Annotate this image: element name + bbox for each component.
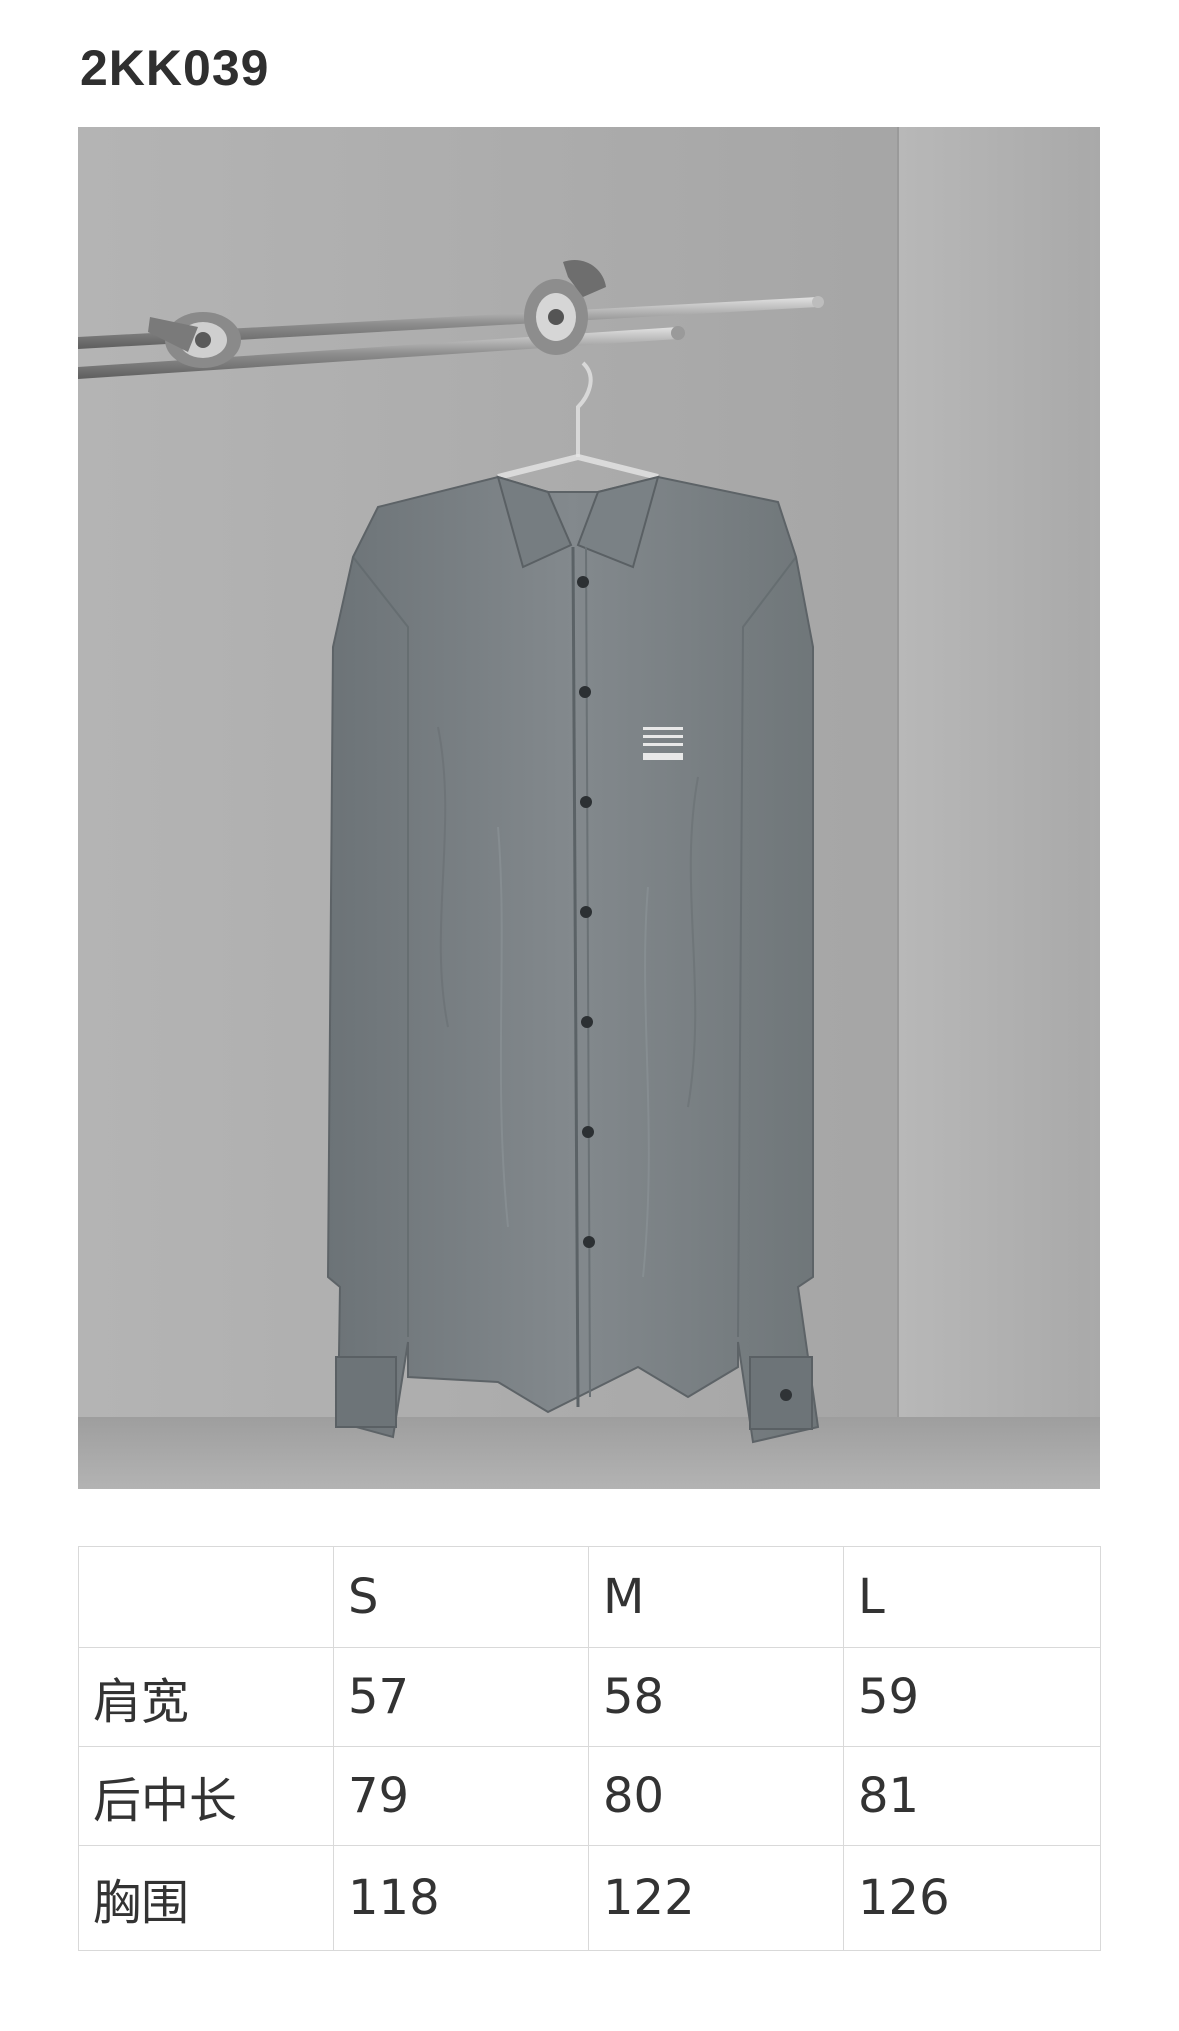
row-label-back-length: 后中长: [78, 1746, 334, 1846]
header-cell-size-s: S: [333, 1546, 589, 1648]
row-label-shoulder-width: 肩宽: [78, 1647, 334, 1747]
product-code-title: 2KK039: [80, 40, 270, 96]
shirt-illustration: [326, 475, 820, 1444]
table-row: 肩宽 57 58 59: [78, 1647, 1101, 1747]
table-row: 胸围 118 122 126: [78, 1845, 1101, 1951]
table-cell: 57: [333, 1647, 589, 1747]
table-cell: 122: [588, 1845, 844, 1951]
table-cell: 126: [843, 1845, 1101, 1951]
size-header-row: S M L: [78, 1546, 1101, 1648]
table-cell: 81: [843, 1746, 1101, 1846]
header-cell-size-l: L: [843, 1546, 1101, 1648]
table-cell: 79: [333, 1746, 589, 1846]
size-chart-table: S M L 肩宽 57 58 59 后中长 79 80 81 胸围 118 12…: [78, 1546, 1101, 1951]
table-cell: 118: [333, 1845, 589, 1951]
table-row: 后中长 79 80 81: [78, 1746, 1101, 1846]
row-label-chest: 胸围: [78, 1845, 334, 1951]
table-cell: 80: [588, 1746, 844, 1846]
table-cell: 59: [843, 1647, 1101, 1747]
header-cell-empty: [78, 1546, 334, 1648]
header-cell-size-m: M: [588, 1546, 844, 1648]
product-photo: [78, 127, 1100, 1489]
table-cell: 58: [588, 1647, 844, 1747]
